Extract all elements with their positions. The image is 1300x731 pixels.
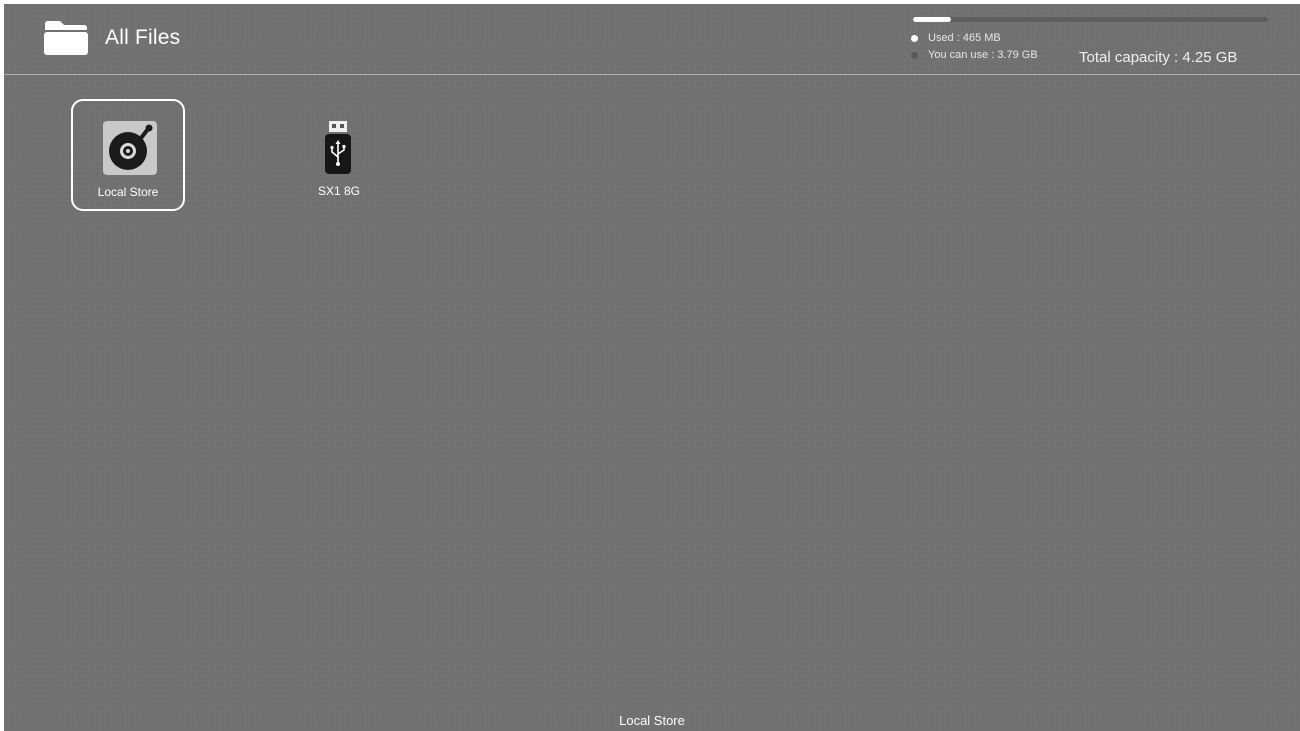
header: All Files Used : 465 MB You can use : 3.… [4, 4, 1300, 75]
device-sx1-8g[interactable]: SX1 8G [282, 99, 396, 211]
used-legend: Used : 465 MB [911, 32, 1001, 44]
current-location-label: Local Store [619, 713, 685, 728]
folder-icon [44, 21, 88, 55]
page-title: All Files [105, 26, 181, 49]
device-local-store[interactable]: Local Store [71, 99, 185, 211]
storage-usage-bar [913, 17, 1268, 22]
available-label: You can use : 3.79 GB [928, 49, 1038, 61]
used-dot-icon [911, 34, 918, 42]
device-label-sx1-8g: SX1 8G [317, 184, 361, 198]
usb-drive-icon [325, 121, 351, 174]
available-dot-icon [911, 51, 918, 59]
disc-drive-icon [103, 121, 157, 175]
available-legend: You can use : 3.79 GB [911, 49, 1038, 61]
used-label: Used : 465 MB [928, 32, 1001, 44]
file-browser-screen: All Files Used : 465 MB You can use : 3.… [4, 4, 1300, 731]
total-capacity: Total capacity : 4.25 GB [1079, 49, 1238, 66]
device-label-local-store: Local Store [97, 185, 159, 199]
storage-usage-fill [913, 17, 951, 22]
